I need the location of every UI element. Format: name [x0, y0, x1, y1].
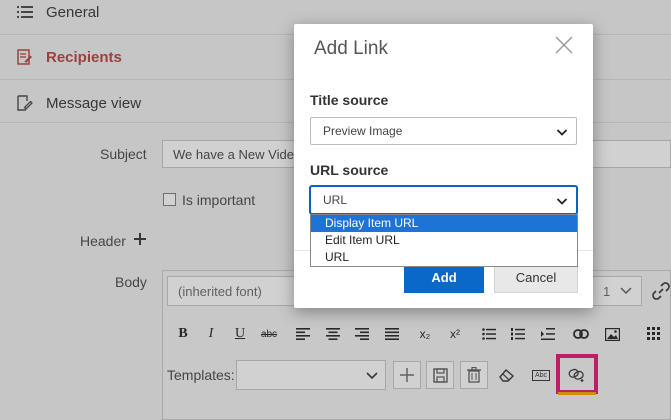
dialog-title: Add Link	[314, 38, 388, 59]
option-url[interactable]: URL	[311, 249, 577, 266]
title-source-select[interactable]: Preview Image	[310, 117, 577, 145]
url-source-select[interactable]: URL	[310, 186, 577, 214]
url-source-label: URL source	[310, 162, 389, 178]
chevron-down-icon	[556, 126, 568, 141]
close-icon[interactable]	[555, 36, 575, 56]
title-source-value: Preview Image	[323, 124, 403, 138]
option-edit-item-url[interactable]: Edit Item URL	[311, 232, 577, 249]
url-source-options: Display Item URL Edit Item URL URL	[310, 214, 578, 267]
title-source-label: Title source	[310, 92, 389, 108]
option-display-item-url[interactable]: Display Item URL	[311, 215, 577, 232]
url-source-value: URL	[323, 193, 348, 207]
chevron-down-icon	[556, 195, 568, 210]
